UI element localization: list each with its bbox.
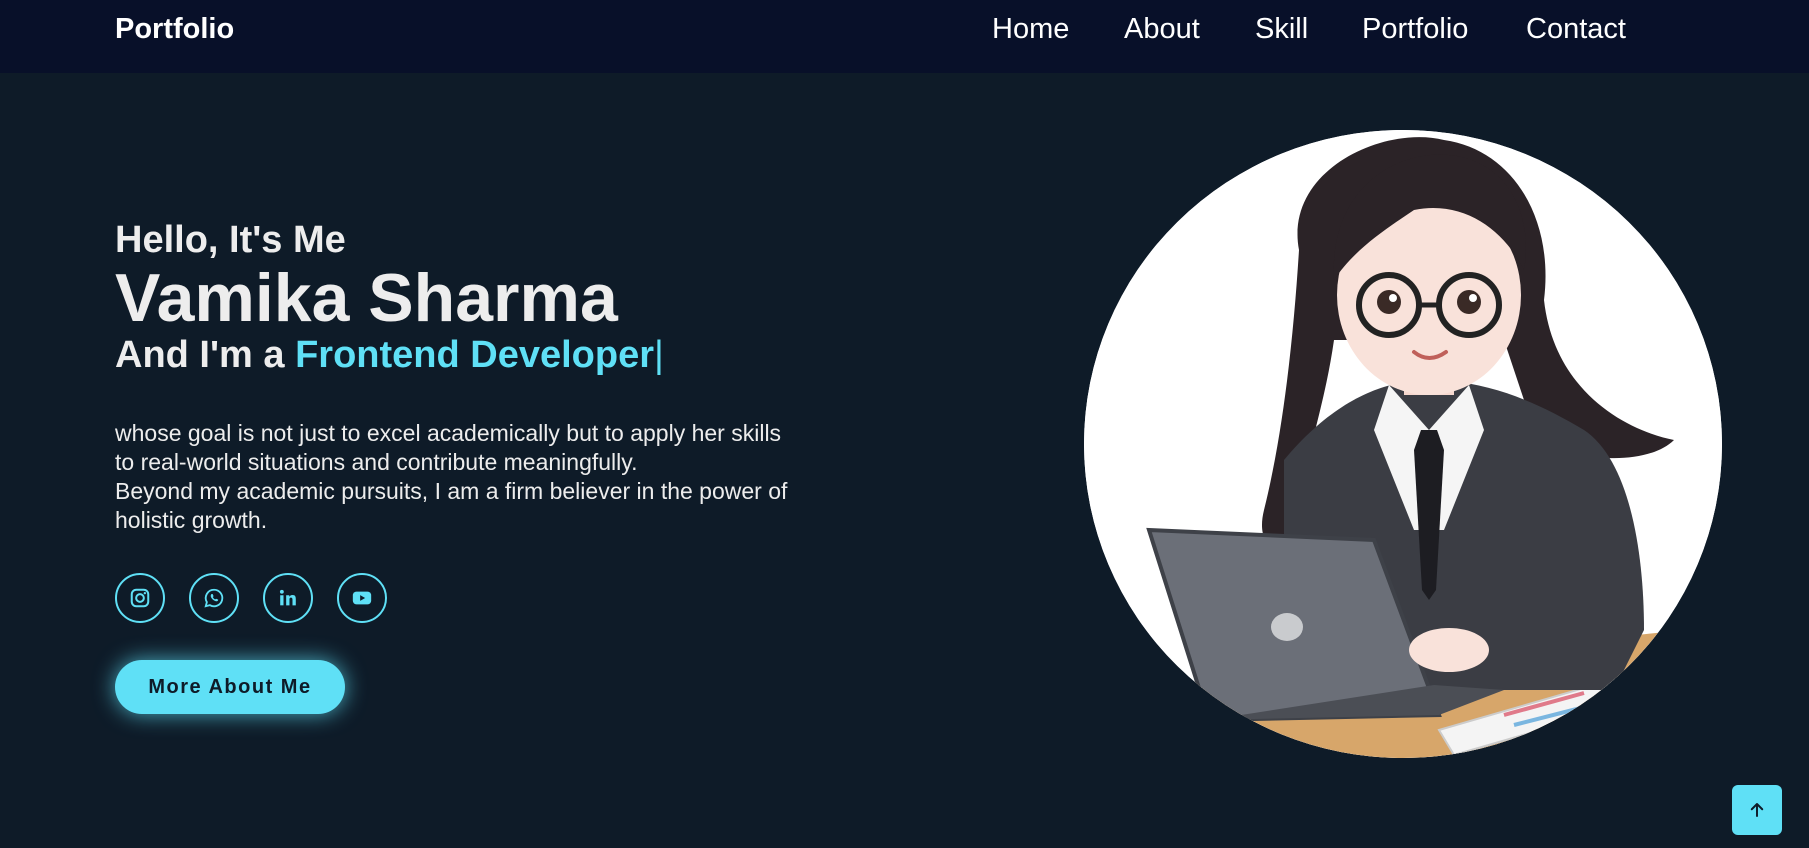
linkedin-button[interactable] bbox=[263, 573, 313, 623]
nav-home[interactable]: Home bbox=[992, 13, 1069, 46]
description-line: holistic growth. bbox=[115, 507, 268, 533]
hero-name: Vamika Sharma bbox=[115, 260, 618, 336]
role-prefix: And I'm a bbox=[115, 334, 296, 376]
arrow-up-icon bbox=[1750, 803, 1764, 817]
nav-portfolio[interactable]: Portfolio bbox=[1362, 13, 1468, 46]
hero-description: whose goal is not just to excel academic… bbox=[115, 419, 875, 535]
description-line: whose goal is not just to excel academic… bbox=[115, 420, 782, 446]
profile-avatar bbox=[1084, 130, 1722, 758]
developer-illustration bbox=[1084, 130, 1722, 758]
typing-cursor: | bbox=[654, 334, 664, 376]
youtube-button[interactable] bbox=[337, 573, 387, 623]
more-about-me-button[interactable]: More About Me bbox=[115, 660, 345, 714]
nav-about[interactable]: About bbox=[1124, 13, 1200, 46]
nav-skill[interactable]: Skill bbox=[1255, 13, 1308, 46]
nav-links: Home About Skill Portfolio Contact bbox=[0, 13, 1809, 53]
youtube-icon bbox=[352, 591, 372, 605]
hero-role: And I'm a Frontend Developer| bbox=[115, 332, 875, 378]
scroll-to-top-button[interactable] bbox=[1732, 785, 1782, 835]
instagram-button[interactable] bbox=[115, 573, 165, 623]
hero-intro: Hello, It's Me Vamika Sharma And I'm a F… bbox=[115, 216, 875, 378]
whatsapp-button[interactable] bbox=[189, 573, 239, 623]
hero-greeting: Hello, It's Me bbox=[115, 219, 346, 261]
description-line: to real-world situations and contribute … bbox=[115, 449, 638, 475]
instagram-icon bbox=[130, 588, 150, 608]
whatsapp-icon bbox=[204, 588, 224, 608]
role-highlight: Frontend Developer bbox=[295, 334, 655, 376]
navbar: Portfolio Home About Skill Portfolio Con… bbox=[0, 0, 1809, 73]
linkedin-icon bbox=[279, 589, 296, 606]
nav-contact[interactable]: Contact bbox=[1526, 13, 1626, 46]
description-line: Beyond my academic pursuits, I am a firm… bbox=[115, 478, 788, 504]
